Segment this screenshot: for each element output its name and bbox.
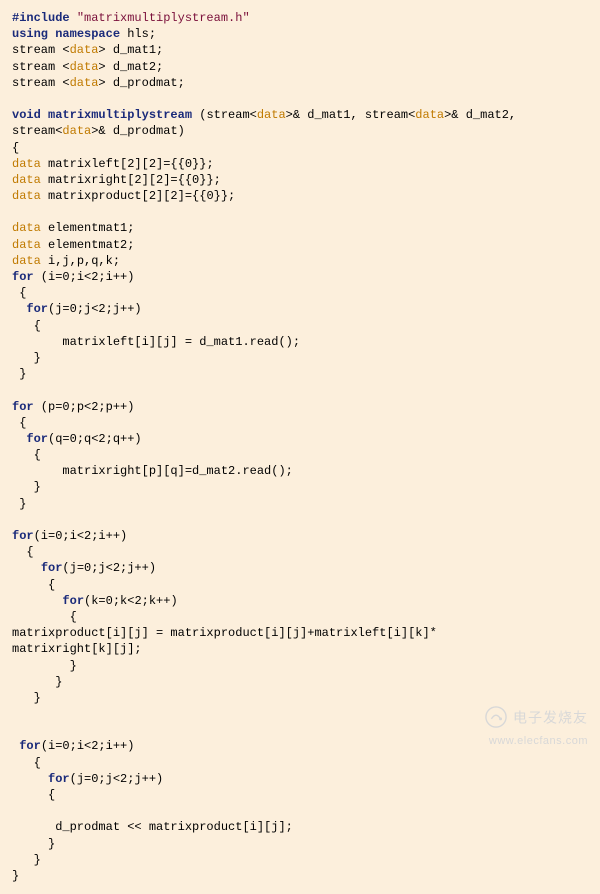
function-name: matrixmultiplystream: [48, 108, 192, 122]
decl-matrixright: matrixright[2][2]={{0}};: [41, 173, 221, 187]
type-data: data: [12, 254, 41, 268]
keyword-for: for: [26, 302, 48, 316]
signature-part3: >& d_mat2,: [444, 108, 516, 122]
brace-open: {: [12, 141, 19, 155]
decl-elementmat1: elementmat1;: [41, 221, 135, 235]
type-data: data: [415, 108, 444, 122]
keyword-for: for: [48, 772, 70, 786]
include-string: "matrixmultiplystream.h": [77, 11, 250, 25]
decl-matrixleft: matrixleft[2][2]={{0}};: [41, 157, 214, 171]
brace-close: }: [34, 853, 41, 867]
mult-line1: matrixproduct[i][j] = matrixproduct[i][j…: [12, 626, 437, 640]
for-q-header: (q=0;q<2;q++): [48, 432, 142, 446]
matrixleft-read: matrixleft[i][j] = d_mat1.read();: [12, 335, 300, 349]
keyword-for: for: [62, 594, 84, 608]
brace-open: {: [48, 788, 55, 802]
decl-indices: i,j,p,q,k;: [41, 254, 120, 268]
mult-line2: matrixright[k][j];: [12, 642, 142, 656]
type-data: data: [257, 108, 286, 122]
keyword-namespace: namespace: [55, 27, 120, 41]
code-block: #include "matrixmultiplystream.h" using …: [0, 0, 600, 894]
brace-close: }: [34, 480, 41, 494]
for-i3-header: (i=0;i<2;i++): [41, 739, 135, 753]
brace-close: }: [55, 675, 62, 689]
stream-decl-3: stream <data> d_prodmat;: [12, 76, 185, 90]
for-j3-header: (j=0;j<2;j++): [70, 772, 164, 786]
for-j-header: (j=0;j<2;j++): [48, 302, 142, 316]
keyword-for: for: [41, 561, 63, 575]
keyword-for: for: [19, 739, 41, 753]
decl-matrixproduct: matrixproduct[2][2]={{0}};: [41, 189, 235, 203]
brace-close: }: [19, 497, 26, 511]
type-data: data: [12, 221, 41, 235]
signature-line2b: >& d_prodmat): [91, 124, 185, 138]
type-data: data: [12, 238, 41, 252]
for-k-header: (k=0;k<2;k++): [84, 594, 178, 608]
output-line: d_prodmat << matrixproduct[i][j];: [12, 820, 293, 834]
keyword-void: void: [12, 108, 41, 122]
keyword-for: for: [12, 270, 34, 284]
brace-close: }: [48, 837, 55, 851]
keyword-for: for: [12, 400, 34, 414]
decl-elementmat2: elementmat2;: [41, 238, 135, 252]
matrixright-read: matrixright[p][q]=d_mat2.read();: [12, 464, 293, 478]
brace-open: {: [26, 545, 33, 559]
brace-open: {: [19, 416, 26, 430]
brace-open: {: [19, 286, 26, 300]
signature-part1: (stream<: [192, 108, 257, 122]
brace-open: {: [34, 448, 41, 462]
brace-open: {: [34, 319, 41, 333]
brace-close: }: [34, 351, 41, 365]
stream-decl-1: stream <data> d_mat1;: [12, 43, 163, 57]
keyword-using: using: [12, 27, 48, 41]
brace-close: }: [34, 691, 41, 705]
keyword-include: #include: [12, 11, 70, 25]
for-p-header: (p=0;p<2;p++): [34, 400, 135, 414]
stream-decl-2: stream <data> d_mat2;: [12, 60, 163, 74]
keyword-for: for: [26, 432, 48, 446]
brace-open: {: [48, 578, 55, 592]
namespace-name: hls;: [120, 27, 156, 41]
for-i2-header: (i=0;i<2;i++): [34, 529, 128, 543]
type-data: data: [12, 157, 41, 171]
for-i-header: (i=0;i<2;i++): [34, 270, 135, 284]
brace-close: }: [70, 659, 77, 673]
signature-line2a: stream<: [12, 124, 62, 138]
for-j2-header: (j=0;j<2;j++): [62, 561, 156, 575]
brace-close: }: [12, 869, 19, 883]
type-data: data: [12, 189, 41, 203]
keyword-for: for: [12, 529, 34, 543]
brace-open: {: [70, 610, 77, 624]
type-data: data: [62, 124, 91, 138]
type-data: data: [12, 173, 41, 187]
brace-open: {: [34, 756, 41, 770]
signature-part2: >& d_mat1, stream<: [286, 108, 416, 122]
brace-close: }: [19, 367, 26, 381]
